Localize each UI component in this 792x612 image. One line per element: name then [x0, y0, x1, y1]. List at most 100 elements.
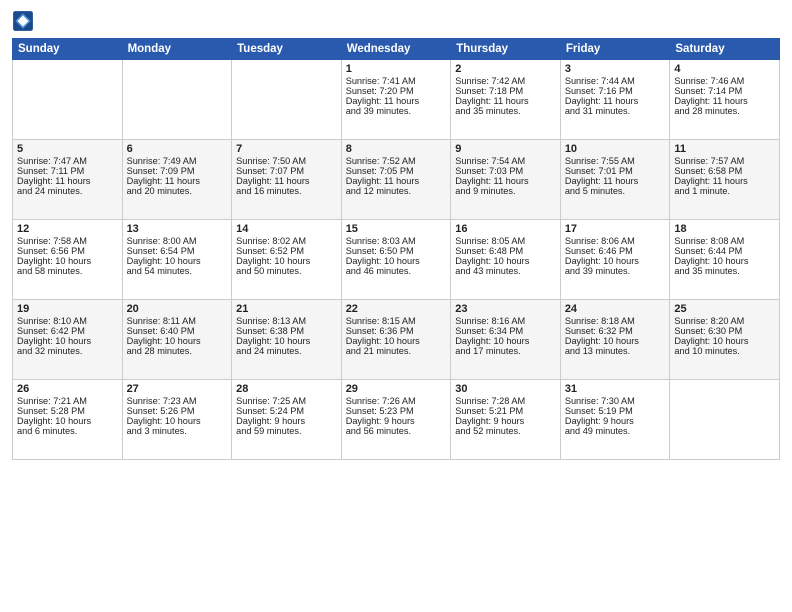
day-number: 30 [455, 383, 556, 395]
day-info: Sunset: 6:32 PM [565, 326, 666, 336]
calendar-cell: 12Sunrise: 7:58 AMSunset: 6:56 PMDayligh… [13, 220, 123, 300]
day-info: Sunset: 6:52 PM [236, 246, 337, 256]
day-info: Daylight: 9 hours [346, 416, 447, 426]
day-info: Sunrise: 7:42 AM [455, 76, 556, 86]
calendar-cell: 7Sunrise: 7:50 AMSunset: 7:07 PMDaylight… [232, 140, 342, 220]
day-info: and 43 minutes. [455, 266, 556, 276]
calendar-cell: 21Sunrise: 8:13 AMSunset: 6:38 PMDayligh… [232, 300, 342, 380]
day-info: Daylight: 9 hours [565, 416, 666, 426]
day-info: Daylight: 11 hours [236, 176, 337, 186]
calendar-cell: 10Sunrise: 7:55 AMSunset: 7:01 PMDayligh… [560, 140, 670, 220]
day-info: and 46 minutes. [346, 266, 447, 276]
day-info: Sunrise: 7:49 AM [127, 156, 228, 166]
day-info: Sunset: 6:48 PM [455, 246, 556, 256]
day-info: and 49 minutes. [565, 426, 666, 436]
day-number: 27 [127, 383, 228, 395]
day-info: Daylight: 10 hours [127, 416, 228, 426]
day-info: Daylight: 11 hours [17, 176, 118, 186]
day-info: Sunset: 6:54 PM [127, 246, 228, 256]
day-info: Daylight: 10 hours [674, 336, 775, 346]
day-info: Sunrise: 7:58 AM [17, 236, 118, 246]
day-info: Sunset: 6:46 PM [565, 246, 666, 256]
day-number: 1 [346, 63, 447, 75]
day-number: 7 [236, 143, 337, 155]
calendar-cell: 26Sunrise: 7:21 AMSunset: 5:28 PMDayligh… [13, 380, 123, 460]
day-info: Sunset: 6:58 PM [674, 166, 775, 176]
day-info: Daylight: 10 hours [17, 256, 118, 266]
day-info: Sunrise: 7:57 AM [674, 156, 775, 166]
calendar-cell: 6Sunrise: 7:49 AMSunset: 7:09 PMDaylight… [122, 140, 232, 220]
weekday-row: SundayMondayTuesdayWednesdayThursdayFrid… [13, 39, 780, 60]
day-info: Sunrise: 7:25 AM [236, 396, 337, 406]
day-info: and 28 minutes. [127, 346, 228, 356]
day-info: Sunrise: 8:06 AM [565, 236, 666, 246]
calendar-cell: 3Sunrise: 7:44 AMSunset: 7:16 PMDaylight… [560, 60, 670, 140]
day-info: Sunrise: 7:50 AM [236, 156, 337, 166]
day-info: Sunrise: 8:20 AM [674, 316, 775, 326]
calendar-week-4: 19Sunrise: 8:10 AMSunset: 6:42 PMDayligh… [13, 300, 780, 380]
weekday-header-sunday: Sunday [13, 39, 123, 60]
day-number: 31 [565, 383, 666, 395]
calendar-cell: 25Sunrise: 8:20 AMSunset: 6:30 PMDayligh… [670, 300, 780, 380]
day-info: and 16 minutes. [236, 186, 337, 196]
day-number: 15 [346, 223, 447, 235]
day-info: Sunset: 5:28 PM [17, 406, 118, 416]
calendar-cell: 23Sunrise: 8:16 AMSunset: 6:34 PMDayligh… [451, 300, 561, 380]
day-info: Sunset: 5:19 PM [565, 406, 666, 416]
calendar-cell: 14Sunrise: 8:02 AMSunset: 6:52 PMDayligh… [232, 220, 342, 300]
day-info: Sunset: 7:20 PM [346, 86, 447, 96]
calendar-cell: 18Sunrise: 8:08 AMSunset: 6:44 PMDayligh… [670, 220, 780, 300]
day-info: Sunset: 7:05 PM [346, 166, 447, 176]
day-info: Sunrise: 7:23 AM [127, 396, 228, 406]
day-info: Sunset: 7:09 PM [127, 166, 228, 176]
logo [12, 10, 36, 32]
weekday-header-friday: Friday [560, 39, 670, 60]
calendar-cell: 5Sunrise: 7:47 AMSunset: 7:11 PMDaylight… [13, 140, 123, 220]
calendar-cell: 30Sunrise: 7:28 AMSunset: 5:21 PMDayligh… [451, 380, 561, 460]
calendar-cell: 13Sunrise: 8:00 AMSunset: 6:54 PMDayligh… [122, 220, 232, 300]
day-info: Sunset: 6:30 PM [674, 326, 775, 336]
day-number: 14 [236, 223, 337, 235]
day-info: Sunrise: 8:05 AM [455, 236, 556, 246]
day-number: 5 [17, 143, 118, 155]
day-info: Sunrise: 7:47 AM [17, 156, 118, 166]
day-number: 11 [674, 143, 775, 155]
day-info: Sunset: 5:21 PM [455, 406, 556, 416]
day-info: Daylight: 10 hours [236, 336, 337, 346]
day-info: Daylight: 10 hours [674, 256, 775, 266]
day-number: 9 [455, 143, 556, 155]
day-info: Daylight: 10 hours [455, 256, 556, 266]
day-info: and 32 minutes. [17, 346, 118, 356]
day-info: Sunrise: 8:08 AM [674, 236, 775, 246]
day-info: Sunset: 7:03 PM [455, 166, 556, 176]
weekday-header-thursday: Thursday [451, 39, 561, 60]
day-info: Daylight: 11 hours [346, 176, 447, 186]
logo-icon [12, 10, 34, 32]
day-info: Daylight: 11 hours [346, 96, 447, 106]
calendar-cell: 17Sunrise: 8:06 AMSunset: 6:46 PMDayligh… [560, 220, 670, 300]
day-info: and 5 minutes. [565, 186, 666, 196]
calendar-week-2: 5Sunrise: 7:47 AMSunset: 7:11 PMDaylight… [13, 140, 780, 220]
day-info: Sunset: 6:44 PM [674, 246, 775, 256]
day-info: Sunset: 6:50 PM [346, 246, 447, 256]
calendar-cell: 22Sunrise: 8:15 AMSunset: 6:36 PMDayligh… [341, 300, 451, 380]
day-info: and 52 minutes. [455, 426, 556, 436]
day-info: Sunset: 7:16 PM [565, 86, 666, 96]
day-info: Sunrise: 7:46 AM [674, 76, 775, 86]
day-info: and 39 minutes. [346, 106, 447, 116]
day-number: 24 [565, 303, 666, 315]
calendar-cell: 15Sunrise: 8:03 AMSunset: 6:50 PMDayligh… [341, 220, 451, 300]
day-info: Sunset: 7:11 PM [17, 166, 118, 176]
day-info: Sunset: 6:36 PM [346, 326, 447, 336]
day-info: Daylight: 9 hours [455, 416, 556, 426]
calendar-week-5: 26Sunrise: 7:21 AMSunset: 5:28 PMDayligh… [13, 380, 780, 460]
day-info: Sunset: 5:23 PM [346, 406, 447, 416]
day-info: Sunrise: 7:55 AM [565, 156, 666, 166]
calendar-cell: 31Sunrise: 7:30 AMSunset: 5:19 PMDayligh… [560, 380, 670, 460]
calendar-header: SundayMondayTuesdayWednesdayThursdayFrid… [13, 39, 780, 60]
calendar-cell [232, 60, 342, 140]
day-info: Sunrise: 8:03 AM [346, 236, 447, 246]
day-number: 25 [674, 303, 775, 315]
day-number: 18 [674, 223, 775, 235]
day-info: Daylight: 11 hours [127, 176, 228, 186]
